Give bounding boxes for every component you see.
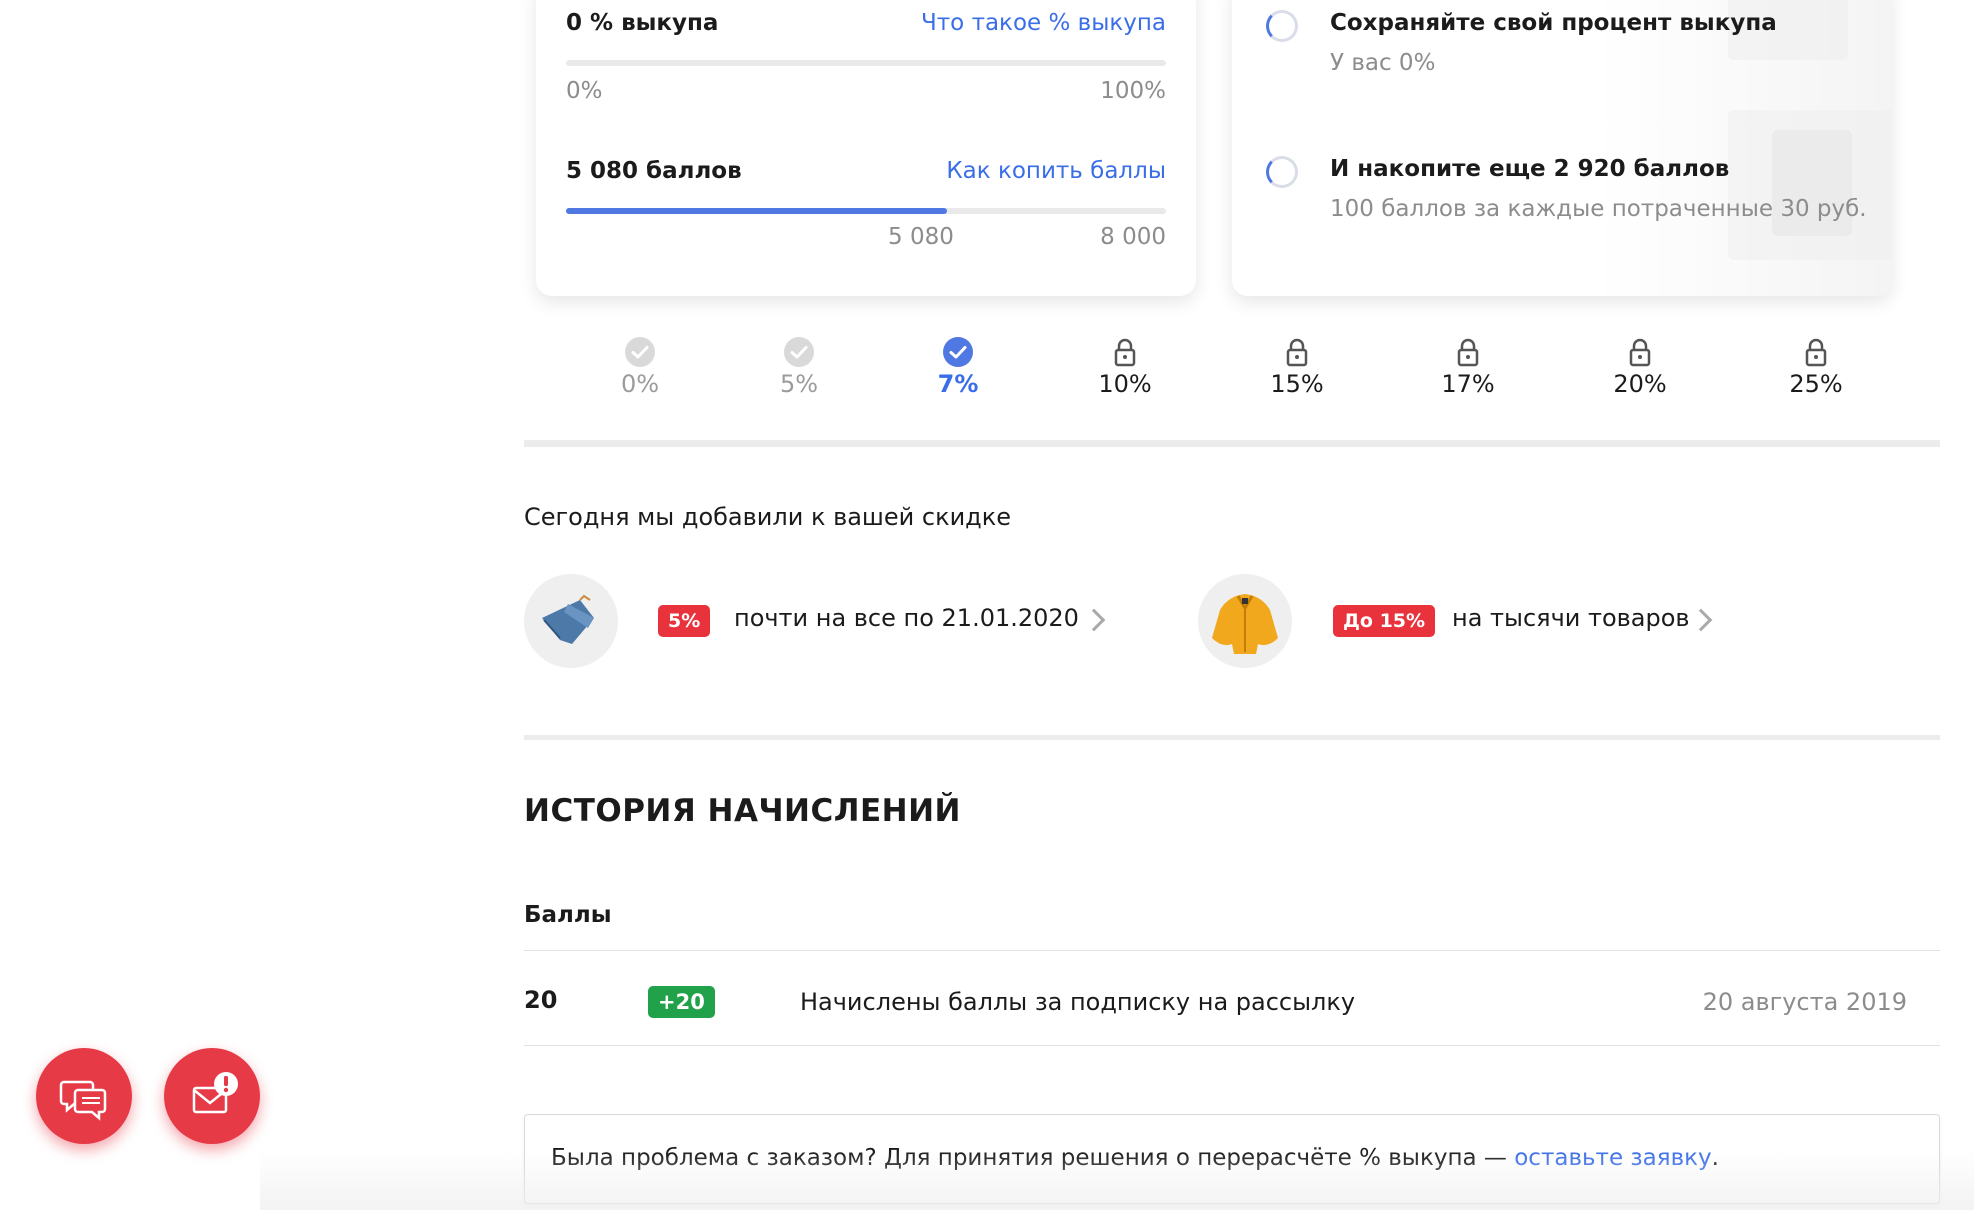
level-label: 0% xyxy=(620,370,660,398)
tip-subtitle: 100 баллов за каждые потраченные 30 руб. xyxy=(1330,196,1867,222)
check-circle-icon xyxy=(943,337,973,367)
section-divider xyxy=(524,735,1940,740)
buyout-min: 0% xyxy=(566,78,603,104)
level-label: 10% xyxy=(1098,370,1152,398)
buyout-info-link[interactable]: Что такое % выкупа xyxy=(921,10,1166,36)
level-3: 10% xyxy=(1080,336,1170,398)
notice-end: . xyxy=(1711,1145,1719,1171)
progress-ring-icon xyxy=(1266,156,1298,188)
check-circle-icon xyxy=(784,337,814,367)
level-label: 7% xyxy=(937,370,979,398)
level-7: 25% xyxy=(1771,336,1861,398)
points-info-link[interactable]: Как копить баллы xyxy=(946,158,1166,184)
promo-text[interactable]: почти на все по 21.01.2020 xyxy=(734,604,1079,632)
table-divider xyxy=(524,1045,1940,1046)
promo-badge: 5% xyxy=(658,605,711,637)
request-link[interactable]: оставьте заявку xyxy=(1514,1145,1711,1171)
tip-subtitle: У вас 0% xyxy=(1330,50,1436,76)
today-heading: Сегодня мы добавили к вашей скидке xyxy=(524,503,1012,531)
points-current: 5 080 xyxy=(888,224,954,250)
lock-icon xyxy=(1286,338,1308,367)
history-description: Начислены баллы за подписку на рассылку xyxy=(800,988,1356,1016)
buyout-progress-bar xyxy=(566,60,1166,66)
feedback-button[interactable] xyxy=(164,1048,260,1144)
points-progress-fill xyxy=(566,208,947,214)
notice-message: Была проблема с заказом? Для принятия ре… xyxy=(551,1145,1515,1171)
lock-icon xyxy=(1805,338,1827,367)
check-circle-icon xyxy=(625,337,655,367)
table-divider xyxy=(524,950,1940,951)
recalc-notice: Была проблема с заказом? Для принятия ре… xyxy=(524,1114,1940,1204)
progress-card: 0 % выкупа Что такое % выкупа 0% 100% 5 … xyxy=(536,0,1196,296)
history-points: 20 xyxy=(524,986,558,1014)
level-2: 7% xyxy=(913,336,1003,398)
level-6: 20% xyxy=(1595,336,1685,398)
points-target: 8 000 xyxy=(1100,224,1166,250)
points-progress-bar xyxy=(566,208,1166,214)
level-label: 25% xyxy=(1789,370,1843,398)
jacket-icon[interactable] xyxy=(1198,574,1292,668)
chevron-right-icon[interactable] xyxy=(1689,608,1713,632)
level-label: 5% xyxy=(779,370,819,398)
level-5: 17% xyxy=(1423,336,1513,398)
lock-icon xyxy=(1114,338,1136,367)
tip-title: Сохраняйте свой процент выкупа xyxy=(1330,10,1777,36)
promo-badge: До 15% xyxy=(1333,605,1436,637)
progress-ring-icon xyxy=(1266,10,1298,42)
history-heading: ИСТОРИЯ НАЧИСЛЕНИЙ xyxy=(524,793,961,829)
mail-alert-icon xyxy=(192,1072,238,1114)
history-date: 20 августа 2019 xyxy=(1702,988,1907,1016)
level-label: 20% xyxy=(1613,370,1667,398)
level-0: 0% xyxy=(595,336,685,398)
chevron-right-icon[interactable] xyxy=(1082,608,1106,632)
points-label: 5 080 баллов xyxy=(566,158,742,184)
lock-icon xyxy=(1629,338,1651,367)
chat-button[interactable] xyxy=(36,1048,132,1144)
tip-title: И накопите еще 2 920 баллов xyxy=(1330,156,1730,182)
chat-icon xyxy=(59,1080,107,1121)
history-delta-badge: +20 xyxy=(648,986,715,1018)
level-label: 17% xyxy=(1441,370,1495,398)
buyout-max: 100% xyxy=(1100,78,1166,104)
tips-card: Сохраняйте свой процент выкупа У вас 0% … xyxy=(1232,0,1892,296)
promo-text[interactable]: на тысячи товаров xyxy=(1452,604,1690,632)
level-1: 5% xyxy=(754,336,844,398)
buyout-label: 0 % выкупа xyxy=(566,10,719,36)
section-divider xyxy=(524,440,1940,447)
notice-text: Была проблема с заказом? Для принятия ре… xyxy=(551,1145,1719,1171)
level-label: 15% xyxy=(1270,370,1324,398)
lock-icon xyxy=(1457,338,1479,367)
jeans-icon[interactable] xyxy=(524,574,618,668)
history-column-header: Баллы xyxy=(524,902,612,928)
level-4: 15% xyxy=(1252,336,1342,398)
